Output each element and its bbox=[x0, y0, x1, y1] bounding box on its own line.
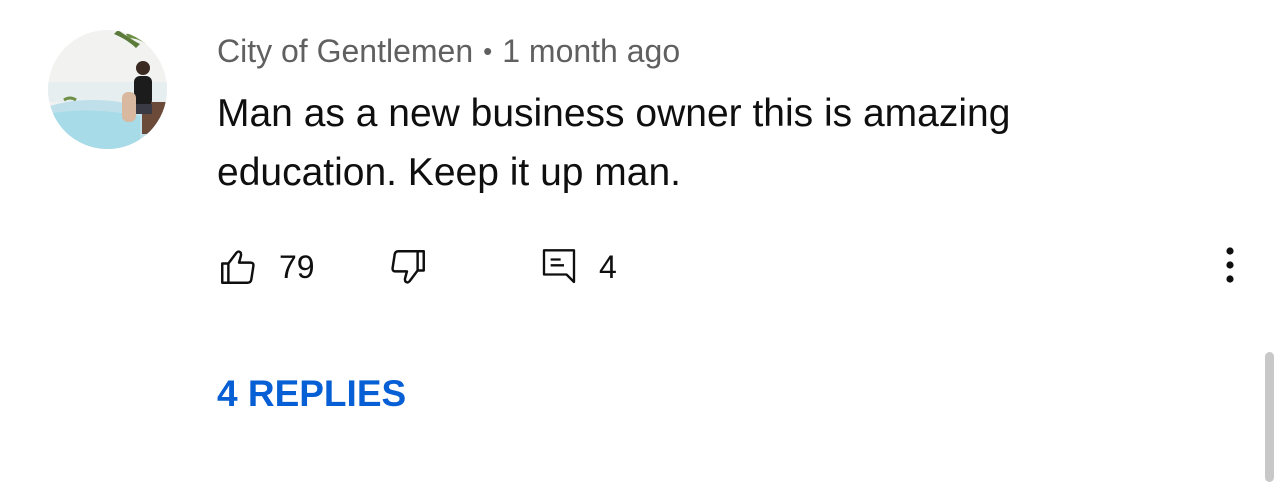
reply-count: 4 bbox=[599, 249, 617, 285]
comment-meta: City of Gentlemen • 1 month ago bbox=[217, 31, 680, 71]
thumbs-down-icon bbox=[387, 246, 429, 288]
view-replies-link[interactable]: 4 REPLIES bbox=[217, 372, 406, 416]
timestamp[interactable]: 1 month ago bbox=[502, 33, 680, 69]
comment-icon bbox=[539, 245, 579, 289]
scrollbar[interactable] bbox=[1265, 352, 1274, 482]
more-options-button[interactable] bbox=[1210, 244, 1250, 290]
author-name[interactable]: City of Gentlemen bbox=[217, 33, 473, 69]
like-button[interactable]: 79 bbox=[217, 245, 315, 289]
meta-separator: • bbox=[483, 36, 493, 66]
dislike-button[interactable] bbox=[387, 245, 429, 289]
reply-button[interactable]: 4 bbox=[539, 245, 617, 289]
comment-text: Man as a new business owner this is amaz… bbox=[217, 92, 1011, 194]
avatar[interactable] bbox=[48, 30, 167, 149]
like-count: 79 bbox=[279, 249, 315, 285]
more-vertical-icon bbox=[1225, 245, 1235, 290]
thumbs-up-icon bbox=[217, 246, 259, 288]
